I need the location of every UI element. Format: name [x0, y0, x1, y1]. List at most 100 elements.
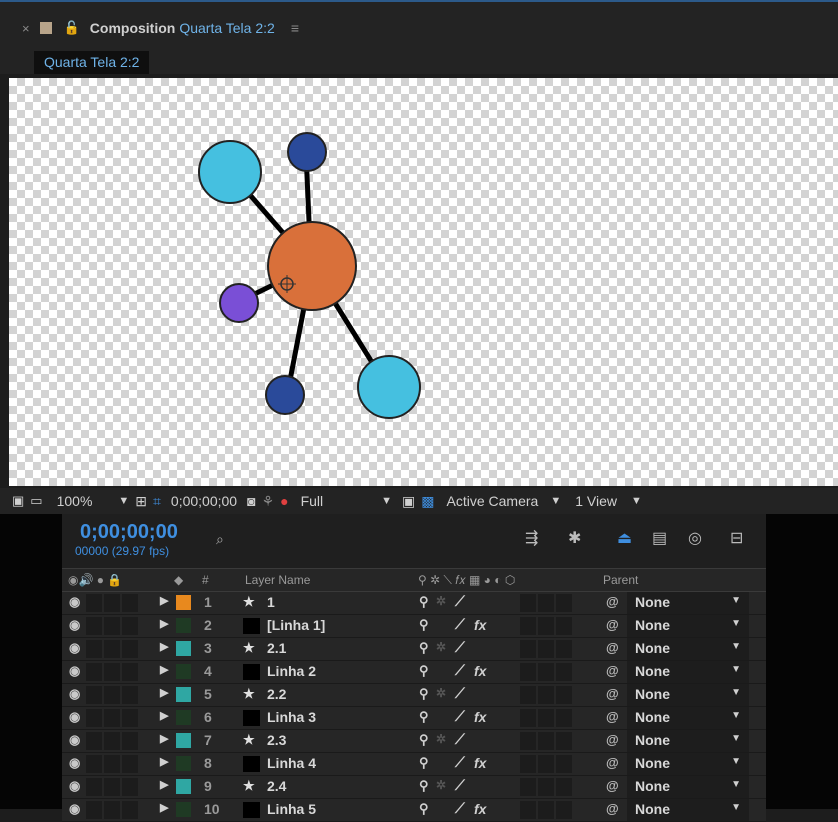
effects-switch-icon[interactable]: fx [474, 709, 486, 725]
motion-blur-toggle[interactable] [538, 778, 554, 796]
frame-blend-toggle[interactable] [520, 778, 536, 796]
quality-switch-icon[interactable]: ⟋ [455, 685, 465, 702]
lock-toggle[interactable] [122, 594, 138, 612]
lock-toggle[interactable] [122, 617, 138, 635]
layer-name[interactable]: 2.4 [267, 778, 286, 794]
parent-dropdown[interactable]: None ▼ [627, 776, 749, 798]
label-color-swatch[interactable] [176, 595, 191, 610]
audio-toggle[interactable] [86, 640, 102, 658]
motion-blur-toggle[interactable] [538, 663, 554, 681]
composition-viewer[interactable] [9, 78, 838, 486]
audio-toggle[interactable] [86, 663, 102, 681]
effects-switch-icon[interactable]: fx [474, 617, 486, 633]
solo-toggle[interactable] [104, 640, 120, 658]
viewer-timecode[interactable]: 0;00;00;00 [171, 493, 237, 509]
resolution-value[interactable]: Full [301, 493, 324, 509]
effects-switch-icon[interactable]: fx [474, 801, 486, 817]
layer-name[interactable]: 2.1 [267, 640, 286, 656]
channel-icon[interactable]: ● [280, 493, 288, 509]
visibility-eye-icon[interactable]: ◉ [69, 663, 80, 679]
collapse-switch-icon[interactable]: ✲ [436, 732, 446, 746]
solo-toggle[interactable] [104, 732, 120, 750]
audio-toggle[interactable] [86, 617, 102, 635]
frame-blend-toggle[interactable] [520, 640, 536, 658]
audio-toggle[interactable] [86, 755, 102, 773]
expand-triangle-icon[interactable]: ▶ [160, 778, 168, 791]
view-layout-dropdown-icon[interactable]: ▼ [631, 495, 642, 507]
expand-triangle-icon[interactable]: ▶ [160, 709, 168, 722]
layer-name[interactable]: Linha 5 [267, 801, 316, 817]
motion-blur-toggle[interactable] [538, 709, 554, 727]
panel-comp-name[interactable]: Quarta Tela 2:2 [179, 20, 274, 36]
layer-row[interactable]: ◉ ▶ 8 Linha 4 ⚲ ⟋ fx @ None ▼ [62, 753, 766, 776]
solo-toggle[interactable] [104, 709, 120, 727]
collapse-switch-icon[interactable]: ✲ [436, 640, 446, 654]
always-preview-icon[interactable]: ▣ [12, 493, 24, 509]
expand-triangle-icon[interactable]: ▶ [160, 755, 168, 768]
layer-name[interactable]: [Linha 1] [267, 617, 325, 633]
expand-triangle-icon[interactable]: ▶ [160, 617, 168, 630]
shy-switch-icon[interactable]: ⚲ [419, 709, 429, 725]
lock-icon[interactable]: 🔓 [64, 20, 80, 36]
snapshot-icon[interactable]: ◙ [247, 493, 255, 509]
zoom-dropdown-icon[interactable]: ▼ [118, 495, 129, 507]
visibility-eye-icon[interactable]: ◉ [69, 686, 80, 702]
shy-switch-icon[interactable]: ⚲ [419, 640, 429, 656]
adjustment-layer-toggle[interactable] [556, 640, 572, 658]
camera-value[interactable]: Active Camera [447, 493, 539, 509]
motion-blur-toggle[interactable] [538, 686, 554, 704]
layer-row[interactable]: ◉ ▶ 3 ★ 2.1 ⚲ ✲ ⟋ @ None ▼ [62, 638, 766, 661]
audio-toggle[interactable] [86, 732, 102, 750]
visibility-eye-icon[interactable]: ◉ [69, 617, 80, 633]
adjustment-layer-toggle[interactable] [556, 709, 572, 727]
parent-pick-whip-icon[interactable]: @ [606, 663, 619, 678]
label-color-swatch[interactable] [176, 618, 191, 633]
layer-row[interactable]: ◉ ▶ 4 Linha 2 ⚲ ⟋ fx @ None ▼ [62, 661, 766, 684]
adjustment-layer-toggle[interactable] [556, 686, 572, 704]
motion-blur-toggle[interactable] [538, 640, 554, 658]
frame-blend-toggle[interactable] [520, 594, 536, 612]
adjustment-layer-toggle[interactable] [556, 732, 572, 750]
solo-toggle[interactable] [104, 801, 120, 819]
panel-menu-icon[interactable]: ≡ [291, 20, 299, 36]
layer-row[interactable]: ◉ ▶ 1 ★ 1 ⚲ ✲ ⟋ @ None ▼ [62, 592, 766, 615]
draft-3d-icon[interactable]: ✱ [568, 528, 581, 548]
motion-blur-toggle[interactable] [538, 617, 554, 635]
visibility-eye-icon[interactable]: ◉ [69, 640, 80, 656]
motion-blur-icon[interactable]: ◎ [688, 528, 702, 548]
parent-dropdown[interactable]: None ▼ [627, 592, 749, 614]
layer-name[interactable]: Linha 4 [267, 755, 316, 771]
lock-toggle[interactable] [122, 686, 138, 704]
close-panel-icon[interactable]: × [22, 21, 30, 36]
hide-shy-layers-icon[interactable]: ⏏ [617, 528, 632, 548]
label-color-swatch[interactable] [176, 779, 191, 794]
shy-switch-icon[interactable]: ⚲ [419, 732, 429, 748]
label-color-swatch[interactable] [176, 756, 191, 771]
lock-toggle[interactable] [122, 640, 138, 658]
current-time-display[interactable]: 0;00;00;00 [80, 522, 178, 542]
effects-switch-icon[interactable]: fx [474, 663, 486, 679]
graph-editor-icon[interactable]: ⊟ [730, 528, 743, 548]
tab-composition[interactable]: Quarta Tela 2:2 [34, 51, 150, 74]
parent-pick-whip-icon[interactable]: @ [606, 640, 619, 655]
parent-dropdown[interactable]: None ▼ [627, 661, 749, 683]
label-color-swatch[interactable] [176, 733, 191, 748]
layer-row[interactable]: ◉ ▶ 2 [Linha 1] ⚲ ⟋ fx @ None ▼ [62, 615, 766, 638]
expand-triangle-icon[interactable]: ▶ [160, 686, 168, 699]
adjustment-layer-toggle[interactable] [556, 778, 572, 796]
zoom-value[interactable]: 100% [57, 493, 93, 509]
visibility-eye-icon[interactable]: ◉ [69, 732, 80, 748]
resolution-dropdown-icon[interactable]: ▼ [381, 495, 392, 507]
layer-name[interactable]: 1 [267, 594, 275, 610]
adjustment-layer-toggle[interactable] [556, 617, 572, 635]
show-snapshot-icon[interactable]: ⚘ [262, 493, 275, 510]
lock-toggle[interactable] [122, 801, 138, 819]
visibility-eye-icon[interactable]: ◉ [69, 709, 80, 725]
frame-blend-toggle[interactable] [520, 686, 536, 704]
audio-toggle[interactable] [86, 686, 102, 704]
audio-toggle[interactable] [86, 801, 102, 819]
audio-toggle[interactable] [86, 778, 102, 796]
shy-switch-icon[interactable]: ⚲ [419, 778, 429, 794]
expand-triangle-icon[interactable]: ▶ [160, 801, 168, 814]
parent-pick-whip-icon[interactable]: @ [606, 732, 619, 747]
